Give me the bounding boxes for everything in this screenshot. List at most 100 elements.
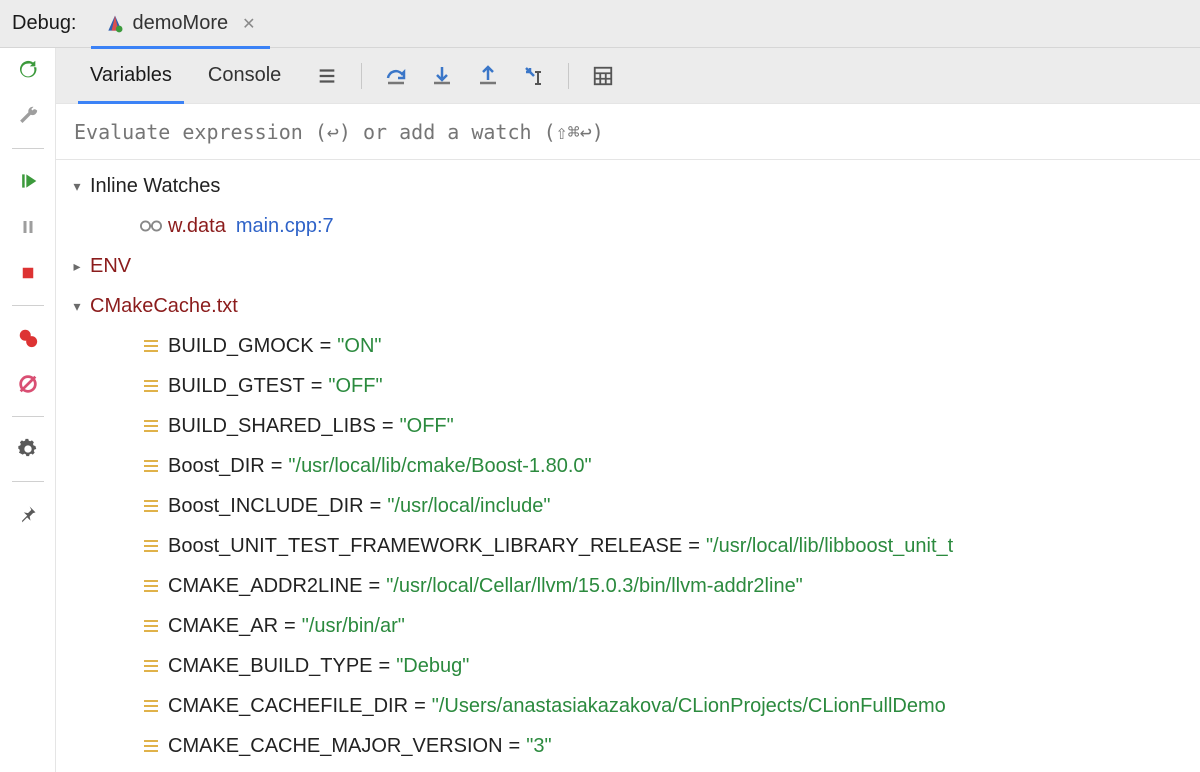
cmakecache-node[interactable]: ▾ CMakeCache.txt — [56, 286, 1200, 326]
inline-watches-node[interactable]: ▾ Inline Watches — [56, 166, 1200, 206]
cache-value: "/usr/local/include" — [387, 495, 550, 518]
expression-bar[interactable] — [56, 104, 1200, 160]
cache-value: "/usr/local/lib/libboost_unit_t — [706, 535, 953, 558]
equals-sign: = — [414, 695, 426, 718]
app-logo-icon — [105, 14, 125, 34]
list-lines-icon — [140, 620, 162, 632]
gutter-separator-3 — [12, 416, 44, 417]
cache-key: Boost_DIR — [168, 455, 265, 478]
cache-key: BUILD_SHARED_LIBS — [168, 415, 376, 438]
gutter-separator — [12, 148, 44, 149]
cache-value: "ON" — [337, 335, 381, 358]
cmake-cache-entry[interactable]: CMAKE_ADDR2LINE ="/usr/local/Cellar/llvm/… — [56, 566, 1200, 606]
chevron-down-icon: ▾ — [64, 298, 90, 315]
equals-sign: = — [382, 415, 394, 438]
cmake-cache-entry[interactable]: CMAKE_AR = "/usr/bin/ar" — [56, 606, 1200, 646]
equals-sign: = — [284, 615, 296, 638]
list-lines-icon — [140, 380, 162, 392]
equals-sign: = — [271, 455, 283, 478]
cache-value: "3" — [526, 735, 551, 758]
cmake-cache-entry[interactable]: Boost_DIR ="/usr/local/lib/cmake/Boost-1.… — [56, 446, 1200, 486]
toolbar-separator-2 — [568, 63, 569, 89]
step-into-button[interactable] — [424, 58, 460, 94]
equals-sign: = — [370, 495, 382, 518]
close-tab-icon[interactable]: ✕ — [242, 14, 255, 34]
step-over-button[interactable] — [378, 58, 414, 94]
view-breakpoints-button[interactable] — [14, 324, 42, 352]
toolbar-icon-group — [299, 58, 621, 94]
chevron-down-icon: ▾ — [64, 178, 90, 195]
tab-variables[interactable]: Variables — [72, 48, 190, 103]
variables-tree[interactable]: ▾ Inline Watches w.data main.cpp:7 ▸ ENV… — [56, 160, 1200, 772]
chevron-right-icon: ▸ — [64, 258, 90, 275]
cache-key: CMAKE_BUILD_TYPE — [168, 655, 373, 678]
list-lines-icon — [140, 740, 162, 752]
stop-button[interactable] — [14, 259, 42, 287]
gutter-separator-2 — [12, 305, 44, 306]
cache-key: BUILD_GMOCK — [168, 335, 314, 358]
cache-value: "/usr/bin/ar" — [302, 615, 405, 638]
cache-value: "OFF" — [328, 375, 382, 398]
debug-label: Debug: — [0, 12, 91, 35]
toolbar-separator — [361, 63, 362, 89]
cache-value: "/Users/anastasiakazakova/CLionProjects/… — [432, 695, 946, 718]
cache-value: "OFF" — [400, 415, 454, 438]
rerun-button[interactable] — [14, 56, 42, 84]
cache-value: "Debug" — [396, 655, 469, 678]
tab-console[interactable]: Console — [190, 48, 299, 103]
list-lines-icon — [140, 700, 162, 712]
inline-watch-item[interactable]: w.data main.cpp:7 — [56, 206, 1200, 246]
cmake-cache-entry[interactable]: BUILD_GMOCK ="ON" — [56, 326, 1200, 366]
list-lines-icon — [140, 540, 162, 552]
list-lines-icon — [140, 460, 162, 472]
pin-button[interactable] — [14, 500, 42, 528]
list-lines-icon — [140, 660, 162, 672]
step-out-button[interactable] — [470, 58, 506, 94]
equals-sign: = — [320, 335, 332, 358]
cmake-cache-entry[interactable]: BUILD_SHARED_LIBS = "OFF" — [56, 406, 1200, 446]
debug-header: Debug: demoMore ✕ — [0, 0, 1200, 48]
cache-value: "/usr/local/lib/cmake/Boost-1.80.0" — [288, 455, 591, 478]
equals-sign: = — [379, 655, 391, 678]
equals-sign: = — [688, 535, 700, 558]
cmake-cache-entry[interactable]: CMAKE_CACHEFILE_DIR = "/Users/anastasiakaz… — [56, 686, 1200, 726]
expression-input[interactable] — [72, 119, 1184, 145]
cache-key: Boost_UNIT_TEST_FRAMEWORK_LIBRARY_RELEAS… — [168, 535, 682, 558]
cache-key: BUILD_GTEST — [168, 375, 305, 398]
list-lines-icon — [140, 580, 162, 592]
equals-sign: = — [509, 735, 521, 758]
cmake-cache-entry[interactable]: CMAKE_BUILD_TYPE ="Debug" — [56, 646, 1200, 686]
evaluate-expression-button[interactable] — [585, 58, 621, 94]
debug-session-tab[interactable]: demoMore ✕ — [91, 0, 270, 48]
debugger-settings-button[interactable] — [14, 435, 42, 463]
watch-variable-name: w.data — [168, 215, 226, 238]
equals-sign: = — [369, 575, 381, 598]
cache-value: "/usr/local/Cellar/llvm/15.0.3/bin/llvm-… — [386, 575, 803, 598]
wrench-icon[interactable] — [14, 102, 42, 130]
debug-toolbar: Variables Console — [56, 48, 1200, 104]
debug-gutter — [0, 48, 56, 772]
cache-key: CMAKE_CACHEFILE_DIR — [168, 695, 408, 718]
cmake-cache-entry[interactable]: CMAKE_CACHE_MAJOR_VERSION ="3" — [56, 726, 1200, 766]
pause-button[interactable] — [14, 213, 42, 241]
resume-button[interactable] — [14, 167, 42, 195]
list-lines-icon — [140, 500, 162, 512]
glasses-icon — [140, 219, 162, 233]
cache-key: CMAKE_AR — [168, 615, 278, 638]
cmake-cache-entry[interactable]: Boost_UNIT_TEST_FRAMEWORK_LIBRARY_RELEAS… — [56, 526, 1200, 566]
layout-icon[interactable] — [309, 58, 345, 94]
mute-breakpoints-button[interactable] — [14, 370, 42, 398]
cmake-cache-entry[interactable]: BUILD_GTEST ="OFF" — [56, 366, 1200, 406]
debug-session-title: demoMore — [133, 12, 229, 35]
list-lines-icon — [140, 340, 162, 352]
cmake-cache-entry[interactable]: Boost_INCLUDE_DIR ="/usr/local/include" — [56, 486, 1200, 526]
env-node[interactable]: ▸ ENV — [56, 246, 1200, 286]
cache-key: Boost_INCLUDE_DIR — [168, 495, 364, 518]
list-lines-icon — [140, 420, 162, 432]
cache-key: CMAKE_CACHE_MAJOR_VERSION — [168, 735, 503, 758]
equals-sign: = — [311, 375, 323, 398]
cache-key: CMAKE_ADDR2LINE — [168, 575, 363, 598]
watch-location-link[interactable]: main.cpp:7 — [236, 215, 334, 238]
gutter-separator-4 — [12, 481, 44, 482]
run-to-cursor-button[interactable] — [516, 58, 552, 94]
